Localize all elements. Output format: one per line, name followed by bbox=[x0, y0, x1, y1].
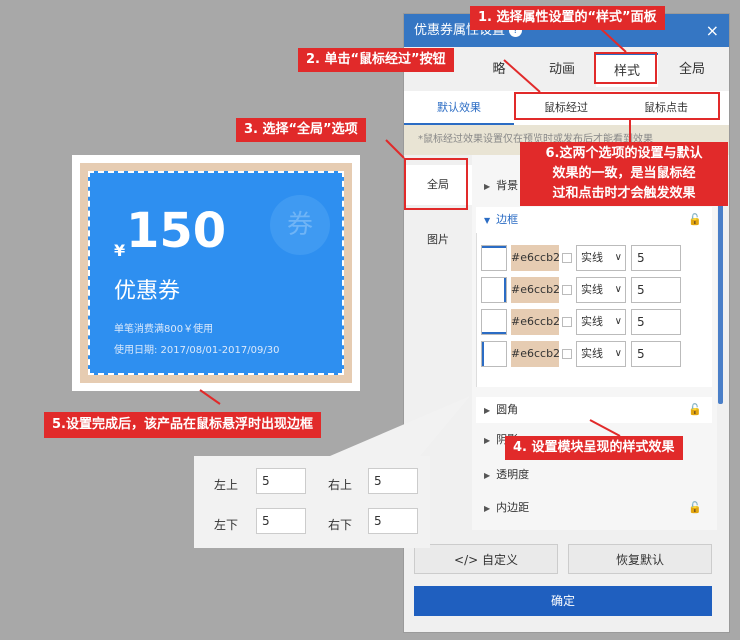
border-style-select[interactable]: 实线 ∨ bbox=[576, 277, 626, 303]
chevron-down-icon: ∨ bbox=[614, 252, 622, 263]
annotation-step4: 4. 设置模块呈现的样式效果 bbox=[505, 436, 683, 460]
coupon-value: 150 bbox=[126, 203, 227, 259]
border-style-select[interactable]: 实线 ∨ bbox=[576, 245, 626, 271]
border-color[interactable]: #e6ccb2 bbox=[511, 277, 560, 303]
border-left-icon bbox=[481, 341, 507, 367]
bottom-right-label: 右下 bbox=[328, 518, 353, 532]
nav-item-image[interactable]: 图片 bbox=[404, 220, 472, 260]
style-groups: ▶ 背景 ▼ 边框 🔓 #e6ccb2 实线 ∨ 5 #e6ccb2 实线 ∨ 5 bbox=[472, 155, 717, 530]
clear-color-icon[interactable] bbox=[562, 253, 572, 263]
clear-color-icon[interactable] bbox=[562, 317, 572, 327]
border-style-select[interactable]: 实线 ∨ bbox=[576, 309, 626, 335]
bottom-left-input[interactable]: 5 bbox=[256, 508, 306, 534]
annotation-step6-line3: 过和点击时才会触发效果 bbox=[552, 186, 696, 201]
border-color[interactable]: #e6ccb2 bbox=[511, 341, 560, 367]
top-right-label: 右上 bbox=[328, 478, 353, 492]
coupon-currency: ¥ bbox=[114, 241, 126, 260]
annotation-step6-line1: 6.这两个选项的设置与默认 bbox=[545, 146, 703, 161]
group-corner[interactable]: ▶ 圆角 🔓 bbox=[476, 397, 712, 423]
annotation-step5: 5.设置完成后，该产品在鼠标悬浮时出现边框 bbox=[44, 412, 321, 438]
group-corner-label: 圆角 bbox=[496, 403, 519, 416]
tab-global[interactable]: 全局 bbox=[662, 53, 722, 87]
group-opacity-label: 透明度 bbox=[496, 468, 530, 481]
highlight-global bbox=[404, 158, 468, 210]
tab-animation[interactable]: 动画 bbox=[532, 53, 592, 87]
close-icon[interactable]: × bbox=[706, 14, 719, 47]
annotation-step6-line2: 效果的一致，是当鼠标经 bbox=[552, 166, 696, 181]
bottom-left-label: 左下 bbox=[214, 518, 239, 532]
group-border[interactable]: ▼ 边框 🔓 bbox=[476, 207, 712, 233]
coupon-rule: 单笔消费满800￥使用 bbox=[114, 324, 214, 335]
border-bottom-icon bbox=[481, 309, 507, 335]
reset-default-button[interactable]: 恢复默认 bbox=[568, 544, 712, 574]
border-color[interactable]: #e6ccb2 bbox=[511, 309, 560, 335]
tab-other[interactable]: 略 bbox=[474, 53, 524, 87]
chevron-right-icon: ▶ bbox=[484, 182, 491, 191]
group-padding-label: 内边距 bbox=[496, 501, 530, 514]
annotation-step2: 2. 单击“鼠标经过”按钮 bbox=[298, 48, 454, 72]
chevron-down-icon: ∨ bbox=[614, 284, 622, 295]
chevron-down-icon: ∨ bbox=[614, 316, 622, 327]
subtab-default[interactable]: 默认效果 bbox=[404, 91, 514, 125]
border-top-icon bbox=[481, 245, 507, 271]
chevron-right-icon: ▶ bbox=[484, 406, 491, 415]
coupon-card[interactable]: 券 ¥ 150 优惠券 单笔消费满800￥使用 使用日期: 2017/08/01… bbox=[88, 171, 344, 375]
chevron-right-icon: ▶ bbox=[484, 471, 491, 480]
coupon-title: 优惠券 bbox=[114, 279, 181, 304]
lock-icon[interactable]: 🔓 bbox=[688, 495, 702, 521]
coupon-date: 使用日期: 2017/08/01-2017/09/30 bbox=[114, 345, 280, 356]
lock-icon[interactable]: 🔓 bbox=[688, 397, 702, 423]
top-left-input[interactable]: 5 bbox=[256, 468, 306, 494]
coupon-preview: 券 ¥ 150 优惠券 单笔消费满800￥使用 使用日期: 2017/08/01… bbox=[72, 155, 360, 391]
top-left-label: 左上 bbox=[214, 478, 239, 492]
border-style-select[interactable]: 实线 ∨ bbox=[576, 341, 626, 367]
scrollbar[interactable] bbox=[718, 174, 723, 404]
group-padding[interactable]: ▶ 内边距 🔓 bbox=[476, 495, 712, 521]
border-settings: #e6ccb2 实线 ∨ 5 #e6ccb2 实线 ∨ 5 #e6ccb2 实线 ∨ … bbox=[476, 233, 712, 387]
confirm-button[interactable]: 确定 bbox=[414, 586, 712, 616]
custom-button[interactable]: </> 自定义 bbox=[414, 544, 558, 574]
top-right-input[interactable]: 5 bbox=[368, 468, 418, 494]
annotation-step1: 1. 选择属性设置的“样式”面板 bbox=[470, 6, 665, 30]
border-width-input[interactable]: 5 bbox=[631, 277, 681, 303]
border-right-icon bbox=[481, 277, 507, 303]
border-width-input[interactable]: 5 bbox=[631, 341, 681, 367]
border-color[interactable]: #e6ccb2 bbox=[511, 245, 560, 271]
coupon-badge: 券 bbox=[270, 195, 330, 255]
lock-icon[interactable]: 🔓 bbox=[688, 207, 702, 233]
coupon-border: 券 ¥ 150 优惠券 单笔消费满800￥使用 使用日期: 2017/08/01… bbox=[80, 163, 352, 383]
annotation-step3: 3. 选择“全局”选项 bbox=[236, 118, 366, 142]
group-background-label: 背景 bbox=[496, 179, 519, 192]
annotation-step6: 6.这两个选项的设置与默认 效果的一致，是当鼠标经 过和点击时才会触发效果 bbox=[520, 142, 728, 206]
chevron-right-icon: ▶ bbox=[484, 504, 491, 513]
chevron-down-icon: ▼ bbox=[484, 216, 491, 225]
border-width-input[interactable]: 5 bbox=[631, 245, 681, 271]
bottom-right-input[interactable]: 5 bbox=[368, 508, 418, 534]
chevron-right-icon: ▶ bbox=[484, 436, 491, 445]
highlight-style-tab bbox=[594, 52, 657, 84]
highlight-hover-click bbox=[514, 92, 720, 120]
border-width-input[interactable]: 5 bbox=[631, 309, 681, 335]
chevron-down-icon: ∨ bbox=[614, 348, 622, 359]
clear-color-icon[interactable] bbox=[562, 285, 572, 295]
corner-radius-popup: 左上 5 右上 5 左下 5 右下 5 bbox=[194, 456, 430, 548]
clear-color-icon[interactable] bbox=[562, 349, 572, 359]
group-border-label: 边框 bbox=[496, 213, 519, 226]
group-opacity[interactable]: ▶ 透明度 bbox=[476, 462, 712, 488]
